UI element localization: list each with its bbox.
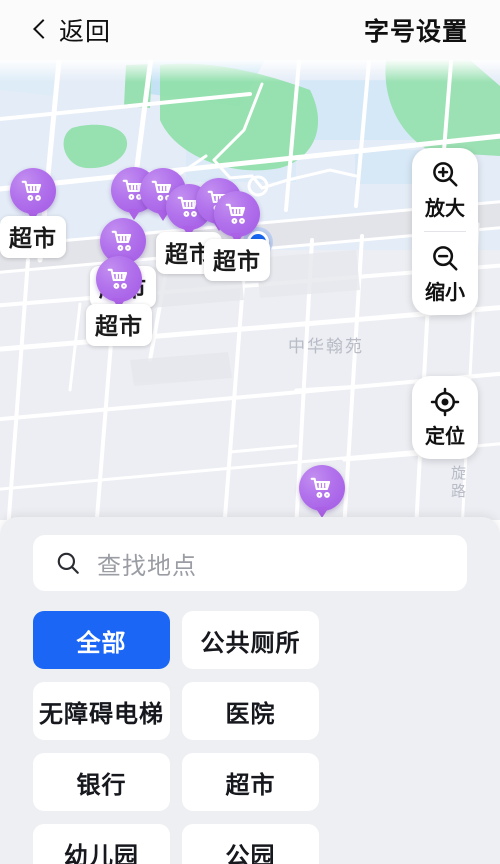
category-chip-label: 无障碍电梯 [39,700,164,728]
poi-pin[interactable] [96,256,142,309]
category-chip-3[interactable]: 医院 [182,682,319,740]
zoom-in-button[interactable]: 放大 [412,148,478,231]
chevron-left-icon [34,18,49,42]
map-zoom-controls: 放大 缩小 [412,148,478,315]
magnifier-minus-icon [433,246,458,271]
poi-marker[interactable] [299,465,345,518]
poi-label: 超市 [204,239,270,281]
map-canvas[interactable]: 中华翰苑 中华白云苑 旋路 超市超市超市超市超市 放大 [0,60,500,520]
category-chip-4[interactable]: 银行 [33,753,170,811]
bottom-sheet: 查找地点 全部 公共厕所无障碍电梯 医院银行 超市幼儿园 公园 [0,517,500,864]
category-chip-label: 幼儿园 [64,842,139,864]
zoom-out-label: 缩小 [425,282,465,304]
shopping-cart-icon [21,180,42,201]
category-chip-label: 全部 [76,629,127,657]
category-chip-6[interactable]: 幼儿园 [33,824,170,864]
poi-label: 超市 [0,216,66,258]
map-locate-control: 定位 [412,376,478,459]
zoom-in-label: 放大 [425,198,465,220]
app-header: 返回 字号设置 [0,0,500,60]
shopping-cart-icon [310,477,331,498]
category-filter-list: 全部 公共厕所无障碍电梯 医院银行 超市幼儿园 公园 [33,611,467,864]
category-chip-0[interactable]: 全部 [33,611,170,669]
poi-pin[interactable] [299,465,345,518]
magnifier-plus-icon [433,162,458,187]
locate-button[interactable]: 定位 [412,376,478,459]
category-chip-label: 公园 [225,842,276,864]
search-placeholder: 查找地点 [97,552,197,580]
category-chip-7[interactable]: 公园 [182,824,319,864]
category-chip-label: 银行 [76,771,127,799]
category-chip-label: 超市 [225,771,276,799]
poi-label: 超市 [86,304,152,346]
crosshair-icon [430,387,460,417]
shopping-cart-icon [111,230,132,251]
category-chip-label: 公共厕所 [200,629,301,657]
page-title: 字号设置 [363,18,468,46]
category-chip-1[interactable]: 公共厕所 [182,611,319,669]
locate-label: 定位 [425,426,465,448]
poi-marker[interactable]: 超市 [0,168,66,258]
poi-pin[interactable] [214,191,260,244]
search-icon [57,552,79,574]
back-button-label: 返回 [59,18,112,46]
category-chip-5[interactable]: 超市 [182,753,319,811]
category-chip-2[interactable]: 无障碍电梯 [33,682,170,740]
shopping-cart-icon [225,203,246,224]
poi-marker[interactable]: 超市 [86,256,152,346]
zoom-out-button[interactable]: 缩小 [412,232,478,315]
search-input[interactable]: 查找地点 [33,535,467,591]
category-chip-label: 医院 [225,700,276,728]
back-button[interactable]: 返回 [34,12,111,48]
map-screen: 返回 字号设置 中华翰苑 旋路 超市 超市 超市 超市 放大 缩小 定位 查找地… [0,0,500,864]
poi-pin[interactable] [10,168,56,221]
poi-marker[interactable]: 超市 [204,191,270,281]
shopping-cart-icon [107,268,128,289]
